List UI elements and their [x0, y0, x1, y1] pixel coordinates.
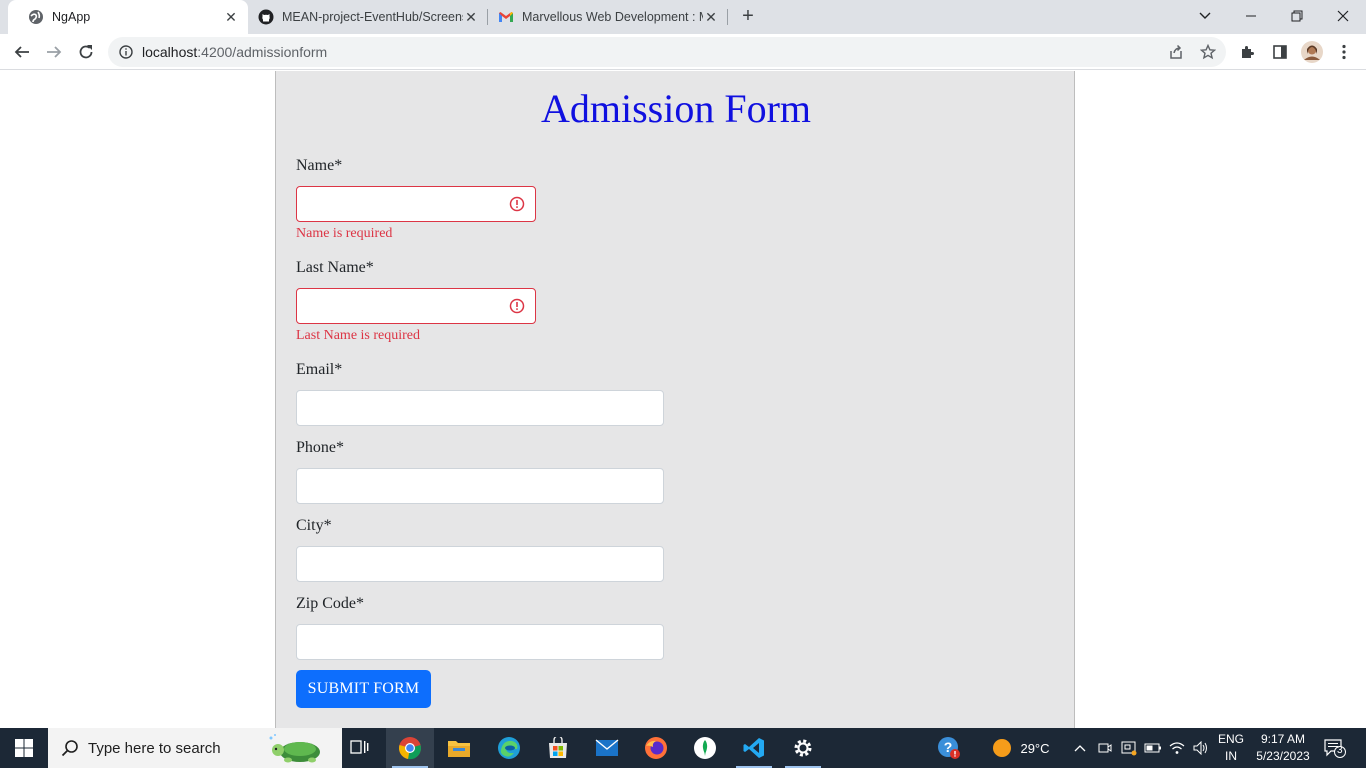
- minimize-button[interactable]: [1228, 0, 1274, 32]
- battery-icon[interactable]: [1142, 728, 1164, 768]
- mail-icon[interactable]: [583, 728, 631, 768]
- show-hidden-icons-icon[interactable]: [1070, 728, 1090, 768]
- taskbar-clock[interactable]: 9:17 AM 5/23/2023: [1252, 731, 1314, 765]
- email-input[interactable]: [296, 390, 664, 426]
- taskbar-search[interactable]: Type here to search: [48, 728, 342, 768]
- page-viewport: Admission Form Name* Name is required La…: [0, 71, 1366, 728]
- lang-code: ENG: [1217, 732, 1244, 746]
- help-icon[interactable]: ?: [934, 728, 964, 768]
- edge-icon[interactable]: [485, 728, 533, 768]
- gmail-icon: [498, 9, 514, 25]
- weather-temp: 29°C: [1020, 740, 1050, 756]
- forward-button[interactable]: [40, 38, 68, 66]
- tab-search-button[interactable]: [1182, 0, 1228, 32]
- clock-date: 5/23/2023: [1256, 749, 1310, 763]
- settings-icon[interactable]: [779, 728, 827, 768]
- invalid-icon: [509, 196, 525, 212]
- mongodb-compass-icon[interactable]: [681, 728, 729, 768]
- invalid-icon: [509, 298, 525, 314]
- github-icon: [258, 9, 274, 25]
- device-icon[interactable]: [1118, 728, 1140, 768]
- firefox-icon[interactable]: [632, 728, 680, 768]
- meet-now-icon[interactable]: [1095, 728, 1115, 768]
- back-button[interactable]: [8, 38, 36, 66]
- search-icon: [60, 738, 80, 758]
- windows-logo-icon: [15, 739, 33, 757]
- url-path: :4200/admissionform: [197, 44, 328, 60]
- microsoft-store-icon[interactable]: [534, 728, 582, 768]
- city-input[interactable]: [296, 546, 664, 582]
- reload-button[interactable]: [72, 38, 100, 66]
- site-info-icon[interactable]: [118, 44, 134, 60]
- submit-form-button[interactable]: SUBMIT FORM: [296, 670, 431, 708]
- form-title: Admission Form: [540, 86, 812, 131]
- extensions-icon[interactable]: [1237, 41, 1259, 63]
- admission-form: Admission Form Name* Name is required La…: [275, 71, 1075, 728]
- name-label: Name*: [296, 157, 343, 174]
- restore-button[interactable]: [1274, 0, 1320, 32]
- file-explorer-icon[interactable]: [435, 728, 483, 768]
- search-placeholder: Type here to search: [88, 739, 221, 757]
- tab-divider: [727, 9, 728, 25]
- name-error: Name is required: [296, 226, 393, 241]
- tab-title: Marvellous Web Development : M: [522, 10, 703, 24]
- close-window-button[interactable]: [1320, 0, 1366, 32]
- tab-strip: NgApp ✕ MEAN-project-EventHub/Screens ✕ …: [0, 0, 1366, 34]
- last-name-input[interactable]: [296, 288, 536, 324]
- tab-ngapp[interactable]: NgApp ✕: [8, 0, 248, 34]
- name-input[interactable]: [296, 186, 536, 222]
- globe-icon: [28, 9, 44, 25]
- profile-avatar[interactable]: [1301, 41, 1323, 63]
- close-icon[interactable]: ✕: [223, 9, 239, 25]
- tab-github[interactable]: MEAN-project-EventHub/Screens ✕: [248, 0, 488, 34]
- zip-code-label: Zip Code*: [296, 595, 364, 612]
- start-button[interactable]: [0, 728, 48, 768]
- tab-title: NgApp: [52, 10, 91, 24]
- email-label: Email*: [296, 361, 343, 378]
- address-bar[interactable]: localhost:4200/admissionform: [108, 37, 1226, 67]
- sun-icon: [993, 739, 1012, 757]
- tab-gmail[interactable]: Marvellous Web Development : M ✕: [488, 0, 728, 34]
- windows-taskbar: Type here to search ? 29°C ENG IN 9:17 A…: [0, 728, 1366, 768]
- turtle-illustration-icon: [269, 734, 320, 763]
- share-icon[interactable]: [1165, 41, 1187, 63]
- vscode-icon[interactable]: [730, 728, 778, 768]
- phone-label: Phone*: [296, 439, 344, 456]
- wifi-icon[interactable]: [1166, 728, 1188, 768]
- city-label: City*: [296, 517, 332, 534]
- url-host: localhost: [142, 44, 198, 60]
- last-name-label: Last Name*: [296, 259, 374, 276]
- close-icon[interactable]: ✕: [703, 9, 719, 25]
- last-name-error: Last Name is required: [296, 328, 421, 343]
- side-panel-icon[interactable]: [1269, 41, 1291, 63]
- input-language[interactable]: ENG IN: [1216, 731, 1246, 765]
- phone-input[interactable]: [296, 468, 664, 504]
- task-view-button[interactable]: [336, 728, 384, 768]
- close-icon[interactable]: ✕: [463, 9, 479, 25]
- bookmark-star-icon[interactable]: [1197, 41, 1219, 63]
- notifications-icon[interactable]: 3: [1320, 728, 1350, 768]
- url-text: localhost:4200/admissionform: [142, 44, 327, 60]
- tab-title: MEAN-project-EventHub/Screens: [282, 10, 463, 24]
- chrome-menu-icon[interactable]: [1333, 41, 1355, 63]
- new-tab-button[interactable]: +: [737, 5, 759, 27]
- browser-toolbar: localhost:4200/admissionform: [0, 34, 1366, 70]
- region-code: IN: [1225, 749, 1237, 763]
- notification-count: 3: [1337, 745, 1343, 756]
- volume-icon[interactable]: [1190, 728, 1212, 768]
- weather-widget[interactable]: 29°C: [986, 728, 1056, 768]
- chrome-taskbar-icon[interactable]: [386, 728, 434, 768]
- clock-time: 9:17 AM: [1260, 732, 1306, 746]
- zip-code-input[interactable]: [296, 624, 664, 660]
